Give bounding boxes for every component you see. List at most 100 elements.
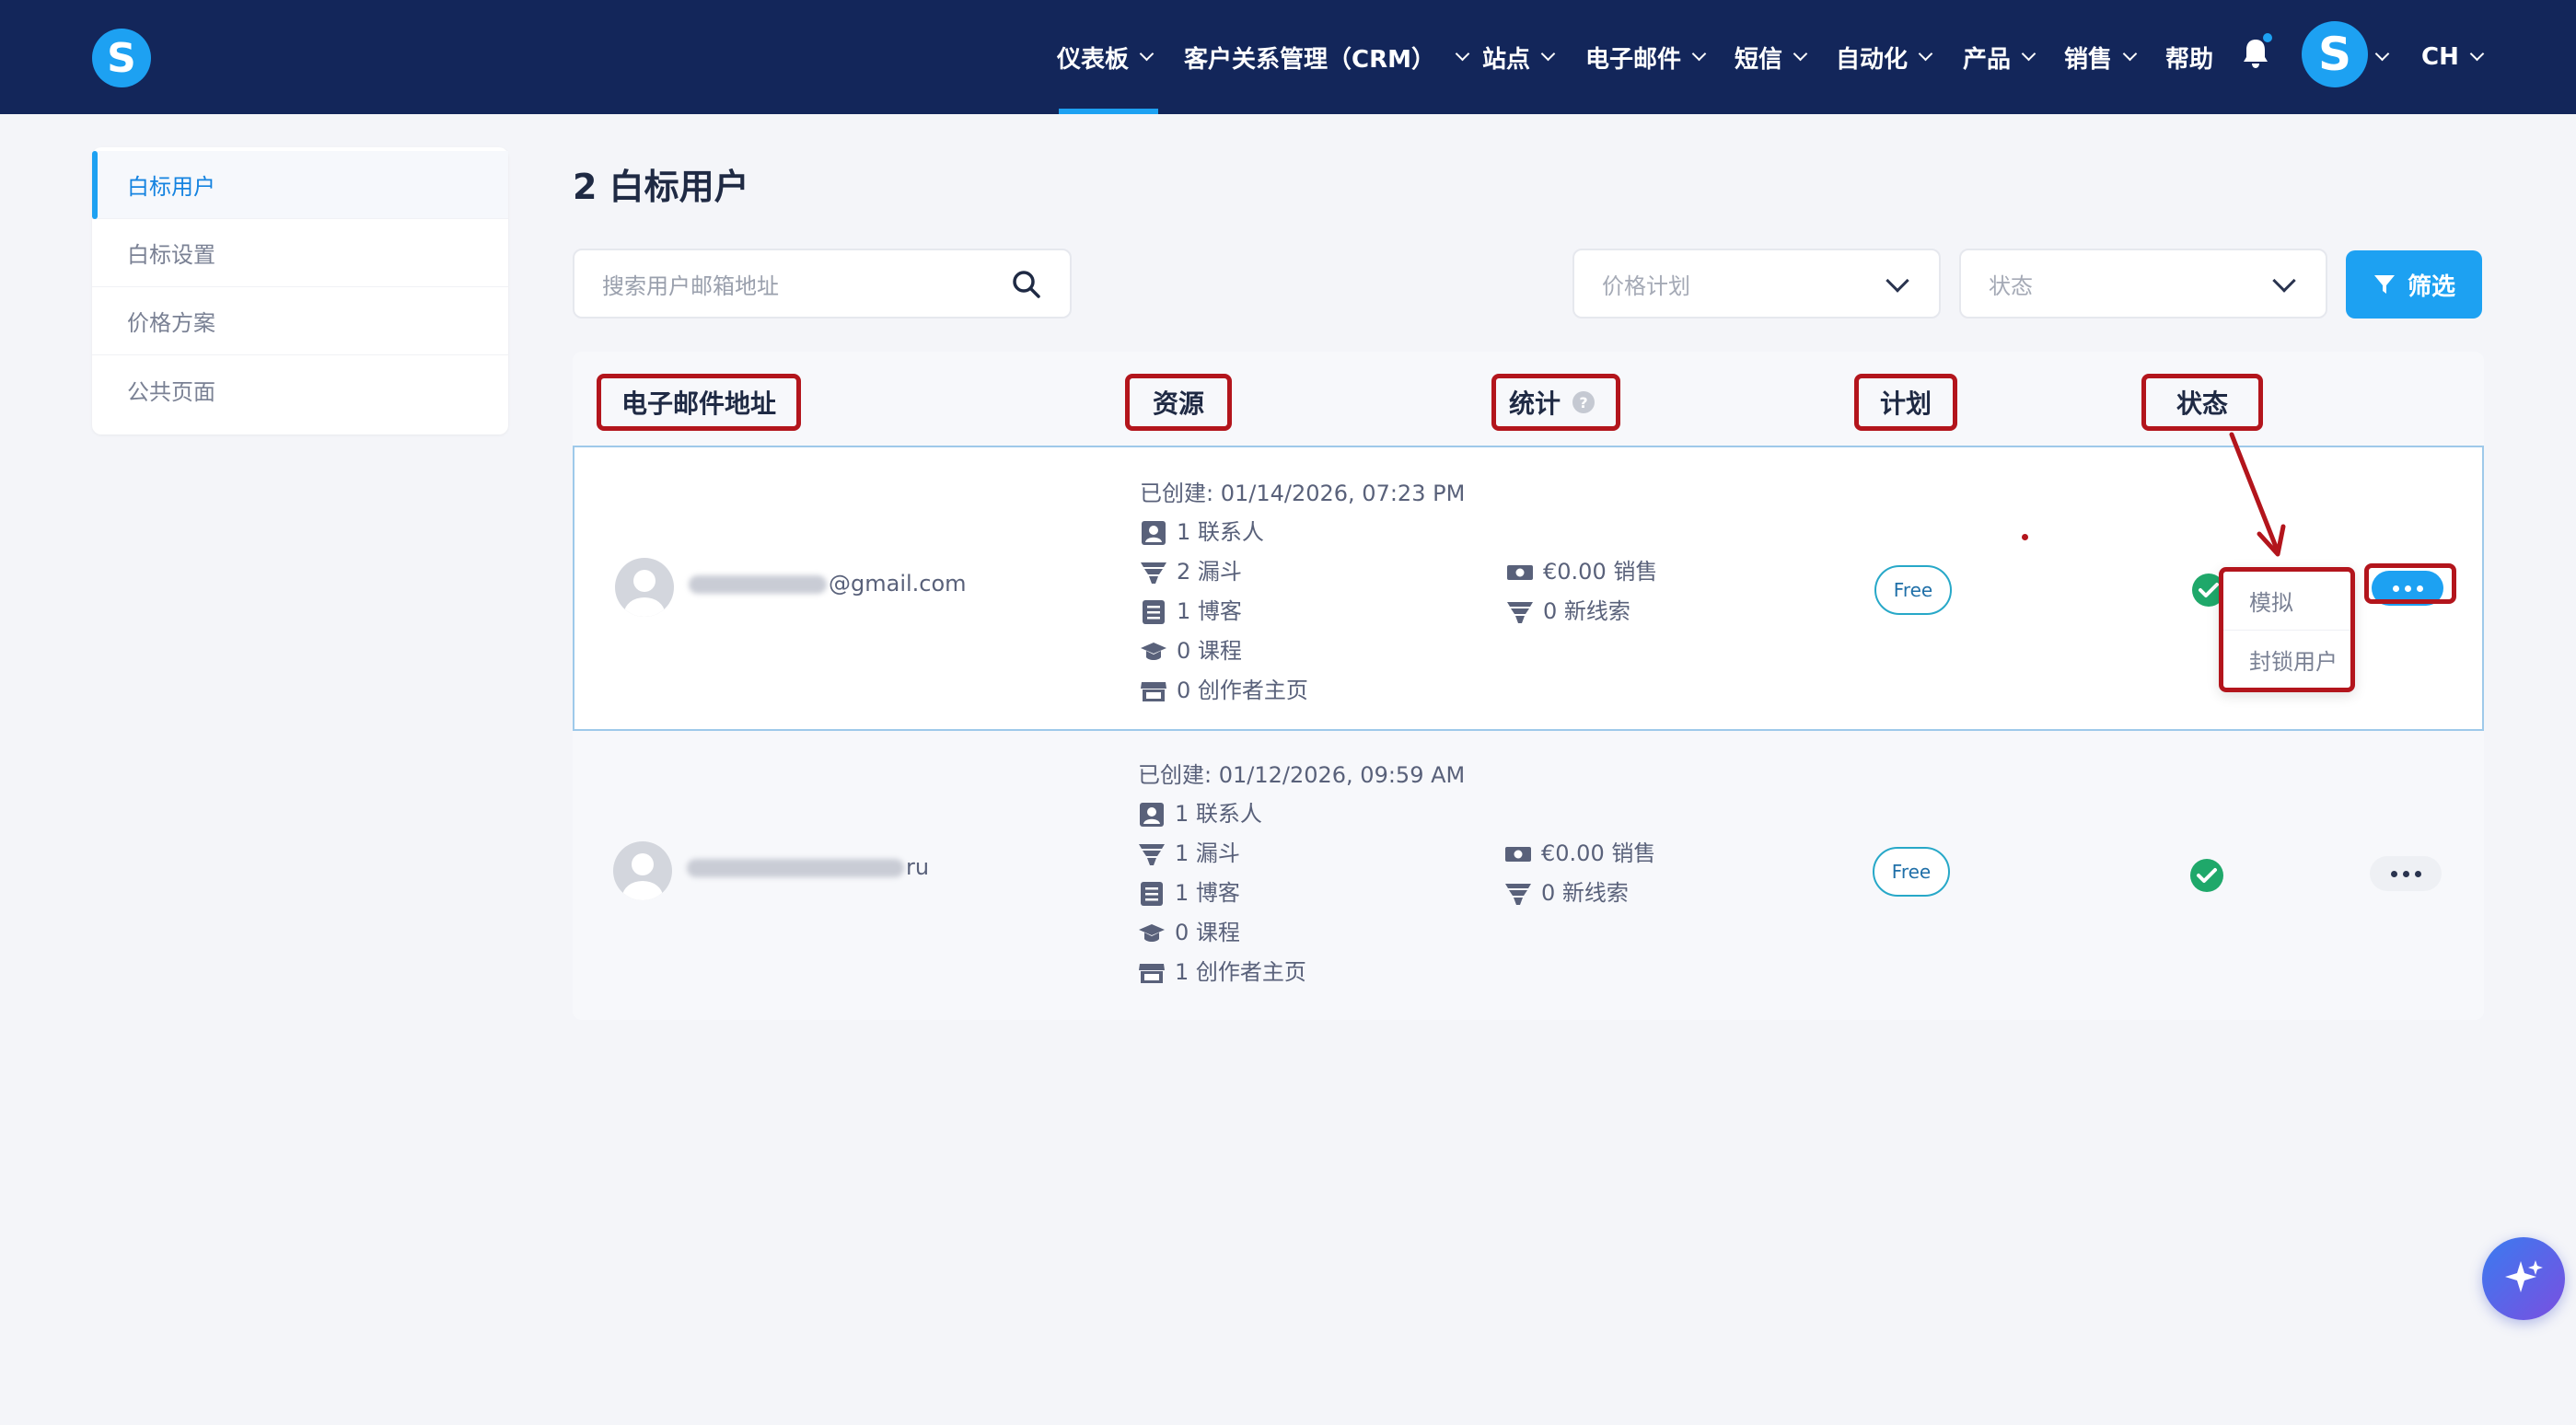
user-silhouette-icon [624,570,665,617]
language-selector[interactable]: CH [2421,0,2485,114]
chevron-down-icon [2469,46,2485,61]
column-header-email: 电子邮件地址 [597,374,801,431]
contacts-icon [1142,521,1166,545]
nav-products[interactable]: 产品 [1963,0,2036,114]
top-navigation-bar: S 仪表板 客户关系管理（CRM） 站点 电子邮件 短信 自动化 产品 销售 帮… [0,0,2576,114]
sidebar-item-public-pages[interactable]: 公共页面 [92,355,508,423]
row-actions-menu: 模拟 封锁用户 [2219,567,2355,692]
app-logo[interactable]: S [92,29,151,87]
table-row[interactable]: @gmail.com 已创建: 01/14/2026, 07:23 PM 1 联… [573,446,2484,731]
column-header-plan: 计划 [1854,374,1957,431]
chevron-down-icon [1455,46,1470,61]
nav-sites-label: 站点 [1482,45,1531,74]
sidebar-item-label: 公共页面 [127,378,215,405]
user-email: @gmail.com [689,571,967,597]
nav-automation[interactable]: 自动化 [1836,0,1933,114]
filter-icon [2373,275,2395,294]
resource-contacts: 1 联系人 [1138,795,1262,828]
annotation-highlight [2364,563,2456,604]
stat-leads: 0 新线索 [1506,593,1630,625]
resource-funnels: 1 漏斗 [1138,835,1240,867]
nav-sites[interactable]: 站点 [1482,0,1556,114]
user-avatar [615,558,674,617]
storefront-icon [1139,964,1165,983]
nav-sales-label: 销售 [2064,45,2113,74]
email-suffix: ru [906,854,930,880]
chevron-down-icon [2272,269,2296,293]
nav-crm[interactable]: 客户关系管理（CRM） [1184,0,1470,114]
chevron-down-icon [2122,46,2138,61]
graduation-cap-icon [1141,643,1166,660]
chevron-down-icon [1793,46,1808,61]
search-input[interactable]: 搜索用户邮箱地址 [573,249,1072,319]
resource-funnels: 2 漏斗 [1140,553,1242,585]
nav-help[interactable]: 帮助 [2165,0,2213,114]
menu-item-impersonate[interactable]: 模拟 [2223,572,2350,630]
table-row[interactable]: ru 已创建: 01/12/2026, 09:59 AM 1 联系人 1 漏斗 … [573,731,2484,1016]
sidebar-item-whitelabel-users[interactable]: 白标用户 [92,151,508,219]
users-table: 电子邮件地址 资源 统计 ? 计划 状态 @gmail.com 已创建: 01/… [573,352,2484,1020]
funnel-icon [1505,884,1531,905]
notification-dot [2261,31,2274,44]
nav-crm-label: 客户关系管理（CRM） [1184,45,1435,74]
active-nav-indicator [1059,109,1158,114]
chevron-down-icon [2374,46,2390,61]
resource-creator-pages: 0 创作者主页 [1140,672,1308,704]
chevron-down-icon [1691,46,1707,61]
user-email: ru [687,854,929,880]
stat-sales: €0.00 销售 [1506,553,1657,585]
blog-icon [1143,600,1165,624]
sidebar-item-pricing-plans[interactable]: 价格方案 [92,287,508,355]
sidebar-item-whitelabel-settings[interactable]: 白标设置 [92,219,508,287]
sidebar-active-indicator [92,151,98,219]
page-title: 2 白标用户 [573,167,749,207]
settings-sidebar: 白标用户 白标设置 价格方案 公共页面 [92,147,508,434]
account-avatar[interactable]: S [2302,21,2368,87]
resource-creator-pages: 1 创作者主页 [1138,954,1306,986]
filter-button[interactable]: 筛选 [2346,250,2482,319]
chevron-down-icon [1886,269,1909,293]
annotation-arrow [2229,432,2286,557]
dot-icon [2414,870,2421,877]
plan-badge: Free [1874,565,1952,615]
graduation-cap-icon [1139,924,1165,942]
nav-dashboard-label: 仪表板 [1057,45,1130,74]
column-header-stats: 统计 ? [1491,374,1620,431]
nav-email[interactable]: 电子邮件 [1585,0,1707,114]
nav-dashboard[interactable]: 仪表板 [1057,0,1155,114]
created-date: 已创建: 01/14/2026, 07:23 PM [1140,481,1466,506]
sidebar-item-label: 价格方案 [127,310,215,336]
storefront-icon [1141,682,1166,701]
status-select[interactable]: 状态 [1959,249,2327,319]
column-header-resources: 资源 [1125,374,1232,431]
nav-help-label: 帮助 [2165,45,2214,74]
chevron-down-icon [1139,46,1155,61]
plan-badge: Free [1873,847,1950,897]
nav-automation-label: 自动化 [1836,45,1909,74]
account-menu-toggle[interactable] [2372,0,2390,114]
funnel-icon [1507,602,1533,623]
nav-products-label: 产品 [1963,45,2012,74]
email-suffix: @gmail.com [829,571,967,597]
search-icon[interactable] [1011,269,1042,300]
plan-select-value: 价格计划 [1602,272,1690,299]
created-date: 已创建: 01/12/2026, 09:59 AM [1138,762,1466,788]
filter-button-label: 筛选 [2407,272,2455,301]
plan-select[interactable]: 价格计划 [1572,249,1941,319]
contacts-icon [1140,803,1164,827]
resource-blogs: 1 博客 [1138,875,1240,907]
column-header-stats-label: 统计 [1509,388,1561,419]
dot-icon [2402,870,2409,877]
help-icon[interactable]: ? [1572,390,1595,414]
row-actions-button[interactable] [2370,856,2442,891]
funnel-icon [1141,562,1166,584]
nav-sms[interactable]: 短信 [1735,0,1808,114]
menu-item-block-user[interactable]: 封锁用户 [2223,630,2350,688]
user-silhouette-icon [622,853,663,900]
blurred-email-part [689,575,827,594]
language-label: CH [2421,43,2459,71]
ai-assistant-button[interactable] [2482,1237,2565,1320]
nav-sales[interactable]: 销售 [2064,0,2138,114]
blurred-email-part [687,859,904,877]
chevron-down-icon [1918,46,1933,61]
